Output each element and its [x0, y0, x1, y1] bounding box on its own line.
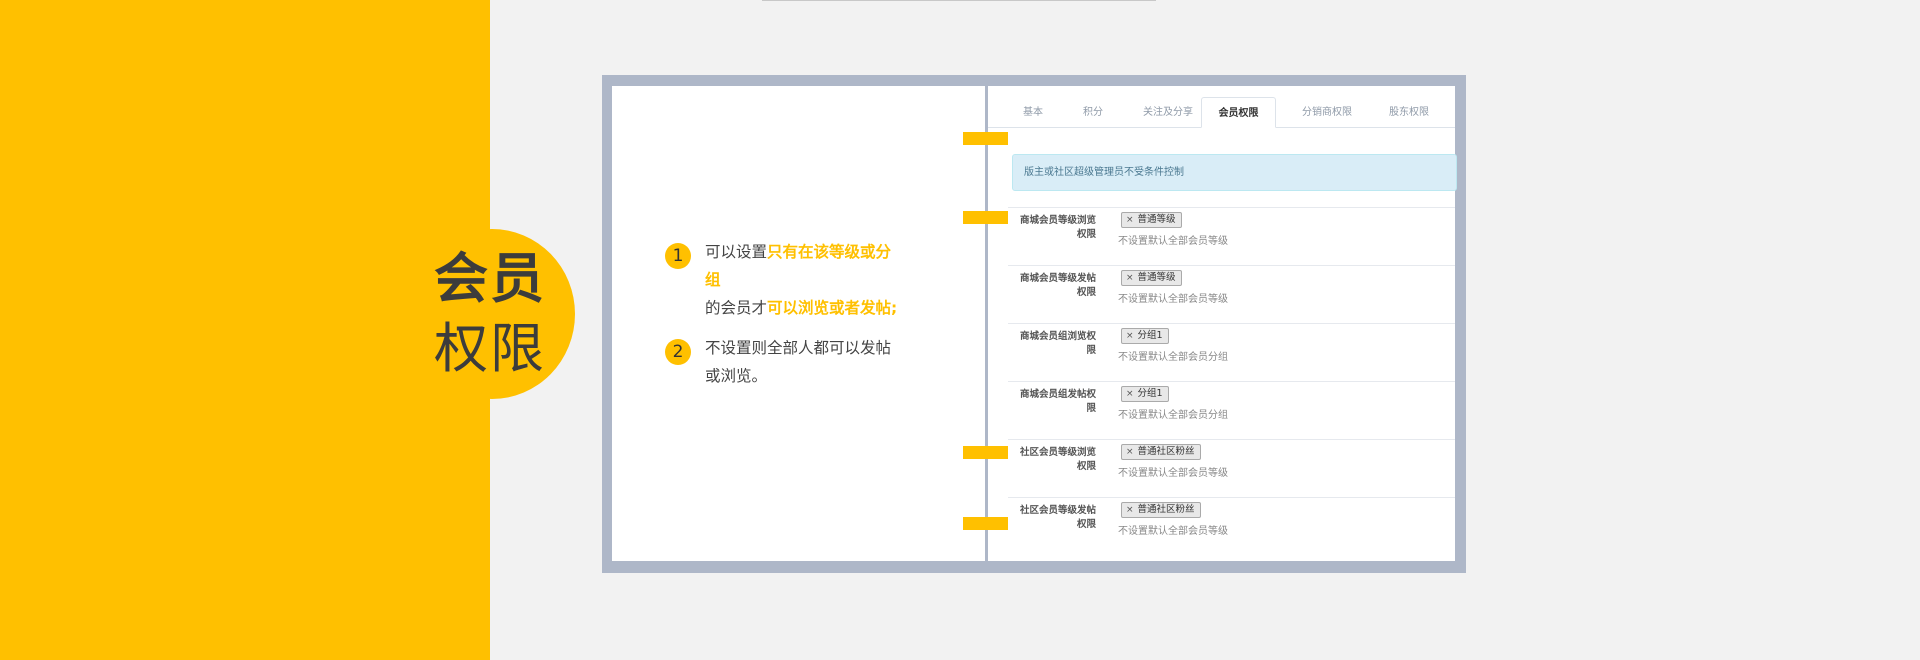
tab-follow-share[interactable]: 关注及分享 — [1123, 97, 1213, 128]
note-text: 不设置则全部人都可以发帖或浏览。 — [705, 339, 892, 385]
permission-row: 商城会员组发帖权限 × 分组1 不设置默认全部会员分组 — [1008, 381, 1455, 439]
remove-tag-icon[interactable]: × — [1126, 389, 1134, 399]
remove-tag-icon[interactable]: × — [1126, 331, 1134, 341]
note-number-badge: 2 — [665, 339, 691, 365]
row-label: 商城会员等级发帖 权限 — [1019, 273, 1096, 298]
spine-tick — [963, 211, 1008, 224]
row-label: 社区会员等级浏览 权限 — [1019, 447, 1096, 472]
binder-spine — [985, 86, 988, 561]
remove-tag-icon[interactable]: × — [1126, 215, 1134, 225]
permission-row: 社区会员等级浏览 权限 × 普通社区粉丝 不设置默认全部会员等级 — [1008, 439, 1455, 497]
info-alert: 版主或社区超级管理员不受条件控制 — [1012, 154, 1457, 191]
remove-tag-icon[interactable]: × — [1126, 505, 1134, 515]
tab-distributor-permissions[interactable]: 分销商权限 — [1282, 97, 1372, 128]
permission-row: 商城会员组浏览权限 × 分组1 不设置默认全部会员分组 — [1008, 323, 1455, 381]
row-hint: 不设置默认全部会员等级 — [1118, 468, 1228, 479]
row-label: 商城会员组浏览权限 — [1019, 331, 1096, 356]
tab-basic[interactable]: 基本 — [1003, 97, 1063, 128]
note-1-part-1: 可以设置 — [705, 243, 768, 261]
row-hint: 不设置默认全部会员分组 — [1118, 410, 1228, 421]
note-1-part-2: 的会员才 — [705, 299, 768, 317]
row-hint: 不设置默认全部会员分组 — [1118, 352, 1228, 363]
spine-tick — [963, 517, 1008, 530]
section-title-line2: 权限 — [434, 317, 546, 380]
spine-tick — [963, 132, 1008, 145]
remove-tag-icon[interactable]: × — [1126, 273, 1134, 283]
row-hint: 不设置默认全部会员等级 — [1118, 526, 1228, 537]
row-label: 商城会员等级浏览 权限 — [1019, 215, 1096, 240]
tab-points[interactable]: 积分 — [1068, 97, 1118, 128]
note-1-highlight-2: 可以浏览或者发帖; — [767, 299, 898, 317]
note-number-badge: 1 — [665, 243, 691, 269]
selected-tag[interactable]: × 分组1 — [1121, 386, 1169, 402]
row-hint: 不设置默认全部会员等级 — [1118, 236, 1228, 247]
permission-row: 商城会员等级发帖 权限 × 普通等级 不设置默认全部会员等级 — [1008, 265, 1455, 323]
selected-tag[interactable]: × 普通社区粉丝 — [1121, 502, 1201, 518]
selected-tag[interactable]: × 分组1 — [1121, 328, 1169, 344]
settings-tabs: 基本 积分 关注及分享 会员权限 分销商权限 股东权限 — [988, 97, 1455, 128]
tab-member-permissions[interactable]: 会员权限 — [1201, 97, 1276, 128]
selected-tag[interactable]: × 普通等级 — [1121, 212, 1182, 228]
section-title: 会员 权限 — [430, 244, 550, 384]
spine-tick — [963, 446, 1008, 459]
top-divider — [762, 0, 1156, 1]
row-hint: 不设置默认全部会员等级 — [1118, 294, 1228, 305]
tab-shareholder-permissions[interactable]: 股东权限 — [1374, 97, 1444, 128]
row-label: 社区会员等级发帖 权限 — [1019, 505, 1096, 530]
selected-tag[interactable]: × 普通等级 — [1121, 270, 1182, 286]
permission-row: 社区会员等级发帖 权限 × 普通社区粉丝 不设置默认全部会员等级 — [1008, 497, 1455, 555]
note-text: 可以设置只有在该等级或分组 的会员才可以浏览或者发帖; — [705, 238, 905, 322]
section-title-line1: 会员 — [434, 247, 546, 310]
selected-tag[interactable]: × 普通社区粉丝 — [1121, 444, 1201, 460]
permission-row: 商城会员等级浏览 权限 × 普通等级 不设置默认全部会员等级 — [1008, 207, 1455, 265]
row-label: 商城会员组发帖权限 — [1019, 389, 1096, 414]
remove-tag-icon[interactable]: × — [1126, 447, 1134, 457]
